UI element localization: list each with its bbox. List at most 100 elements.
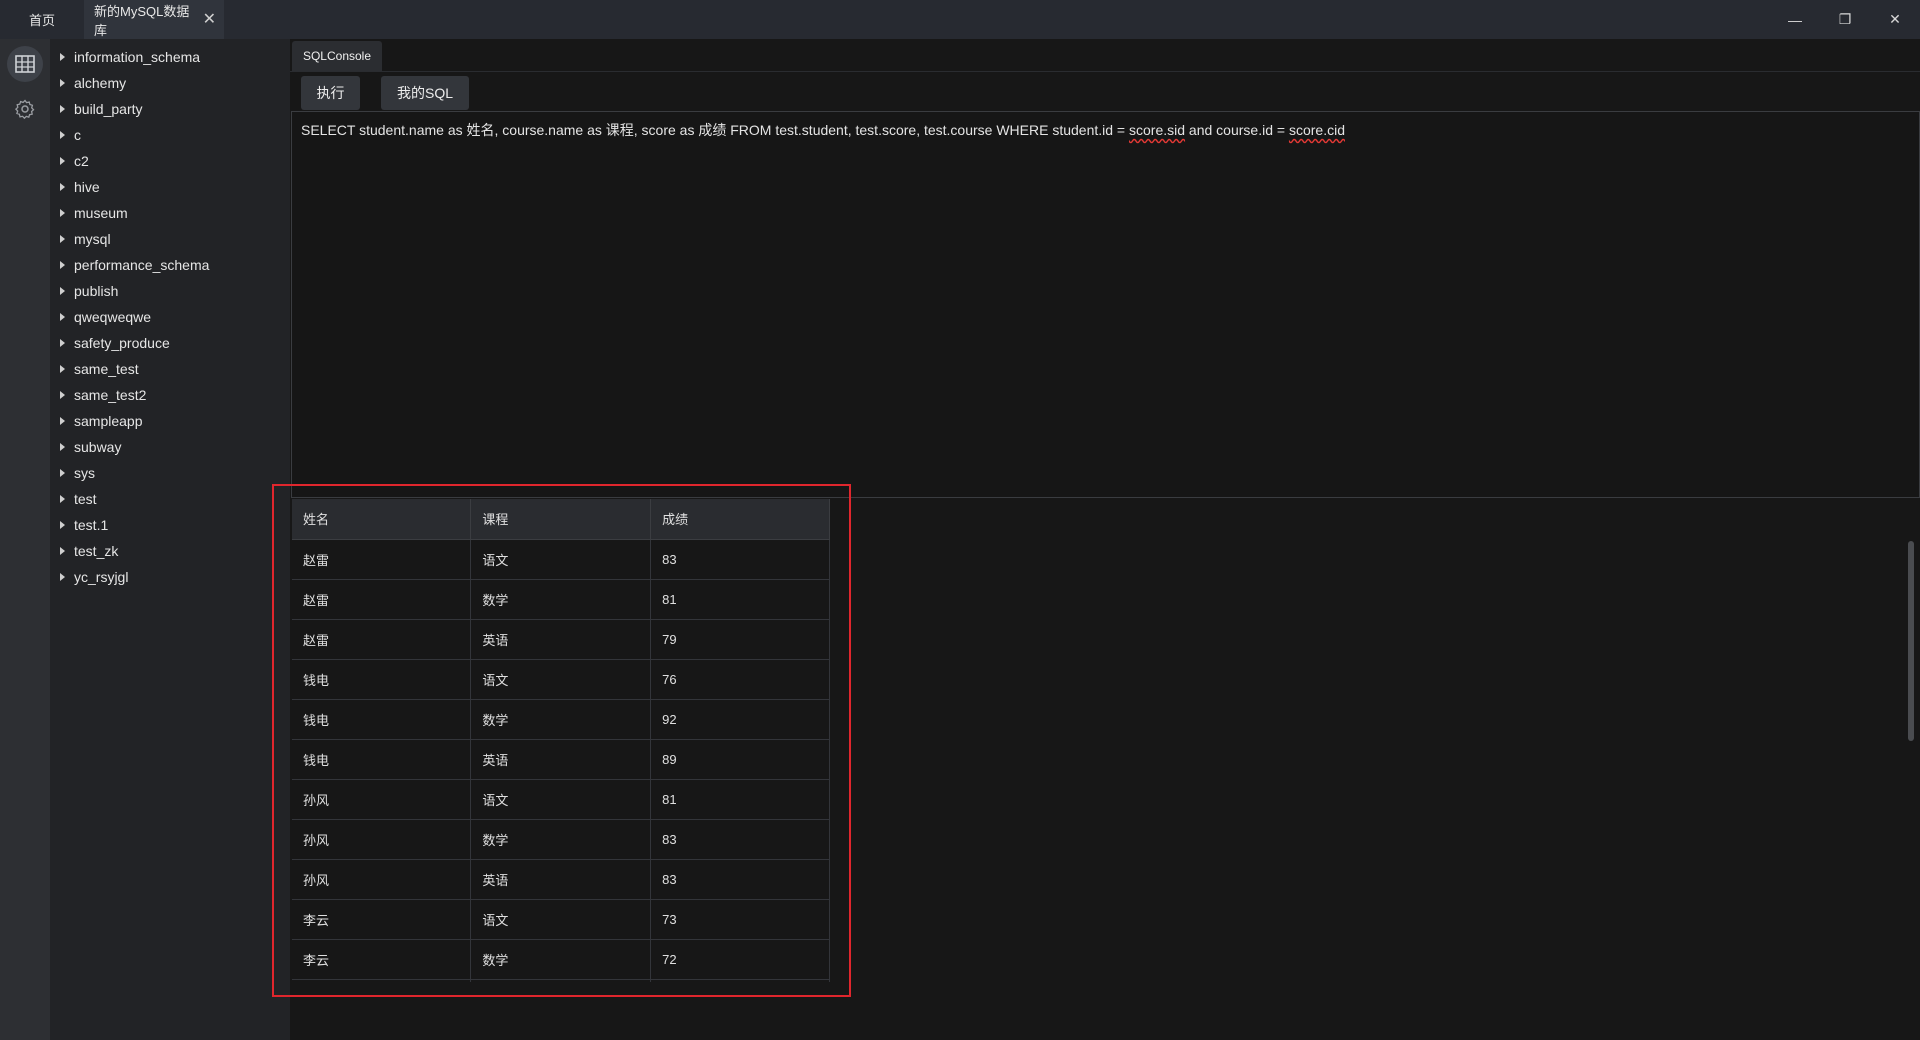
database-tree-item[interactable]: hive (50, 174, 290, 200)
database-tree-item[interactable]: information_schema (50, 44, 290, 70)
column-header-course[interactable]: 课程 (470, 499, 652, 540)
cell-score[interactable]: 72 (650, 939, 830, 980)
database-tree-item[interactable]: test.1 (50, 512, 290, 538)
expand-caret-icon[interactable] (60, 547, 65, 555)
cell-score[interactable]: 73 (650, 899, 830, 940)
cell-course[interactable]: 语文 (470, 539, 652, 580)
expand-caret-icon[interactable] (60, 287, 65, 295)
cell-score[interactable]: 83 (650, 819, 830, 860)
cell-course[interactable]: 英语 (470, 739, 652, 780)
database-tree-item[interactable]: safety_produce (50, 330, 290, 356)
database-tree-item[interactable]: sampleapp (50, 408, 290, 434)
cell-score[interactable]: 83 (650, 539, 830, 580)
run-button[interactable]: 执行 (301, 76, 360, 110)
close-window-button[interactable]: ✕ (1870, 0, 1920, 39)
cell-name[interactable]: 李云 (292, 899, 472, 940)
tab-mysql-database[interactable]: 新的MySQL数据库 ✕ (84, 0, 224, 39)
expand-caret-icon[interactable] (60, 53, 65, 61)
settings-button[interactable] (7, 91, 43, 127)
cell-course[interactable] (470, 979, 652, 982)
close-icon[interactable]: ✕ (203, 11, 216, 28)
database-button[interactable] (7, 46, 43, 82)
database-tree-item[interactable]: mysql (50, 226, 290, 252)
column-header-name[interactable]: 姓名 (292, 499, 472, 540)
cell-score[interactable]: 81 (650, 579, 830, 620)
cell-score[interactable] (650, 979, 830, 982)
database-tree-item[interactable]: same_test (50, 356, 290, 382)
database-tree-item[interactable]: test_zk (50, 538, 290, 564)
expand-caret-icon[interactable] (60, 469, 65, 477)
table-row[interactable]: 孙风 数学 83 (292, 819, 830, 860)
expand-caret-icon[interactable] (60, 495, 65, 503)
expand-caret-icon[interactable] (60, 417, 65, 425)
cell-course[interactable]: 英语 (470, 619, 652, 660)
cell-score[interactable]: 76 (650, 659, 830, 700)
database-tree-item[interactable]: c (50, 122, 290, 148)
cell-name[interactable]: 孙风 (292, 819, 472, 860)
cell-course[interactable]: 语文 (470, 899, 652, 940)
cell-course[interactable]: 语文 (470, 779, 652, 820)
table-row[interactable]: 李云 语文 73 (292, 899, 830, 940)
expand-caret-icon[interactable] (60, 157, 65, 165)
cell-name[interactable] (292, 979, 472, 982)
database-tree-item[interactable]: museum (50, 200, 290, 226)
results-scrollbar[interactable] (1908, 541, 1914, 741)
cell-score[interactable]: 92 (650, 699, 830, 740)
table-row[interactable]: 李云 数学 72 (292, 939, 830, 980)
sql-editor[interactable]: SELECT student.name as 姓名, course.name a… (291, 111, 1920, 498)
table-row[interactable]: 赵雷 语文 83 (292, 539, 830, 580)
restore-button[interactable]: ❐ (1820, 0, 1870, 39)
tab-home[interactable]: 首页 (0, 0, 84, 39)
expand-caret-icon[interactable] (60, 235, 65, 243)
table-row[interactable]: 钱电 数学 92 (292, 699, 830, 740)
cell-name[interactable]: 李云 (292, 939, 472, 980)
table-row[interactable]: 孙风 语文 81 (292, 779, 830, 820)
database-tree-item[interactable]: qweqweqwe (50, 304, 290, 330)
expand-caret-icon[interactable] (60, 573, 65, 581)
tab-sqlconsole[interactable]: SQLConsole (292, 41, 382, 71)
cell-course[interactable]: 数学 (470, 579, 652, 620)
table-row[interactable]: 钱电 语文 76 (292, 659, 830, 700)
expand-caret-icon[interactable] (60, 443, 65, 451)
expand-caret-icon[interactable] (60, 365, 65, 373)
expand-caret-icon[interactable] (60, 131, 65, 139)
cell-score[interactable]: 83 (650, 859, 830, 900)
cell-course[interactable]: 语文 (470, 659, 652, 700)
expand-caret-icon[interactable] (60, 391, 65, 399)
minimize-button[interactable]: — (1770, 0, 1820, 39)
table-row[interactable]: 赵雷 数学 81 (292, 579, 830, 620)
column-header-score[interactable]: 成绩 (650, 499, 830, 540)
cell-course[interactable]: 数学 (470, 939, 652, 980)
expand-caret-icon[interactable] (60, 209, 65, 217)
database-tree-item[interactable]: test (50, 486, 290, 512)
expand-caret-icon[interactable] (60, 261, 65, 269)
expand-caret-icon[interactable] (60, 79, 65, 87)
database-tree-item[interactable]: alchemy (50, 70, 290, 96)
expand-caret-icon[interactable] (60, 339, 65, 347)
cell-name[interactable]: 赵雷 (292, 579, 472, 620)
cell-name[interactable]: 钱电 (292, 739, 472, 780)
cell-course[interactable]: 数学 (470, 819, 652, 860)
cell-score[interactable]: 79 (650, 619, 830, 660)
expand-caret-icon[interactable] (60, 105, 65, 113)
cell-name[interactable]: 孙风 (292, 859, 472, 900)
cell-name[interactable]: 赵雷 (292, 539, 472, 580)
table-row[interactable]: 钱电 英语 89 (292, 739, 830, 780)
database-tree-item[interactable]: publish (50, 278, 290, 304)
cell-name[interactable]: 赵雷 (292, 619, 472, 660)
cell-name[interactable]: 孙风 (292, 779, 472, 820)
expand-caret-icon[interactable] (60, 313, 65, 321)
cell-name[interactable]: 钱电 (292, 699, 472, 740)
cell-score[interactable]: 81 (650, 779, 830, 820)
database-tree-item[interactable]: performance_schema (50, 252, 290, 278)
my-sql-button[interactable]: 我的SQL (381, 76, 469, 110)
table-row[interactable] (292, 979, 830, 982)
cell-score[interactable]: 89 (650, 739, 830, 780)
table-row[interactable]: 孙风 英语 83 (292, 859, 830, 900)
cell-course[interactable]: 英语 (470, 859, 652, 900)
database-tree-item[interactable]: yc_rsyjgl (50, 564, 290, 590)
database-tree-item[interactable]: sys (50, 460, 290, 486)
cell-course[interactable]: 数学 (470, 699, 652, 740)
expand-caret-icon[interactable] (60, 183, 65, 191)
database-tree-item[interactable]: same_test2 (50, 382, 290, 408)
